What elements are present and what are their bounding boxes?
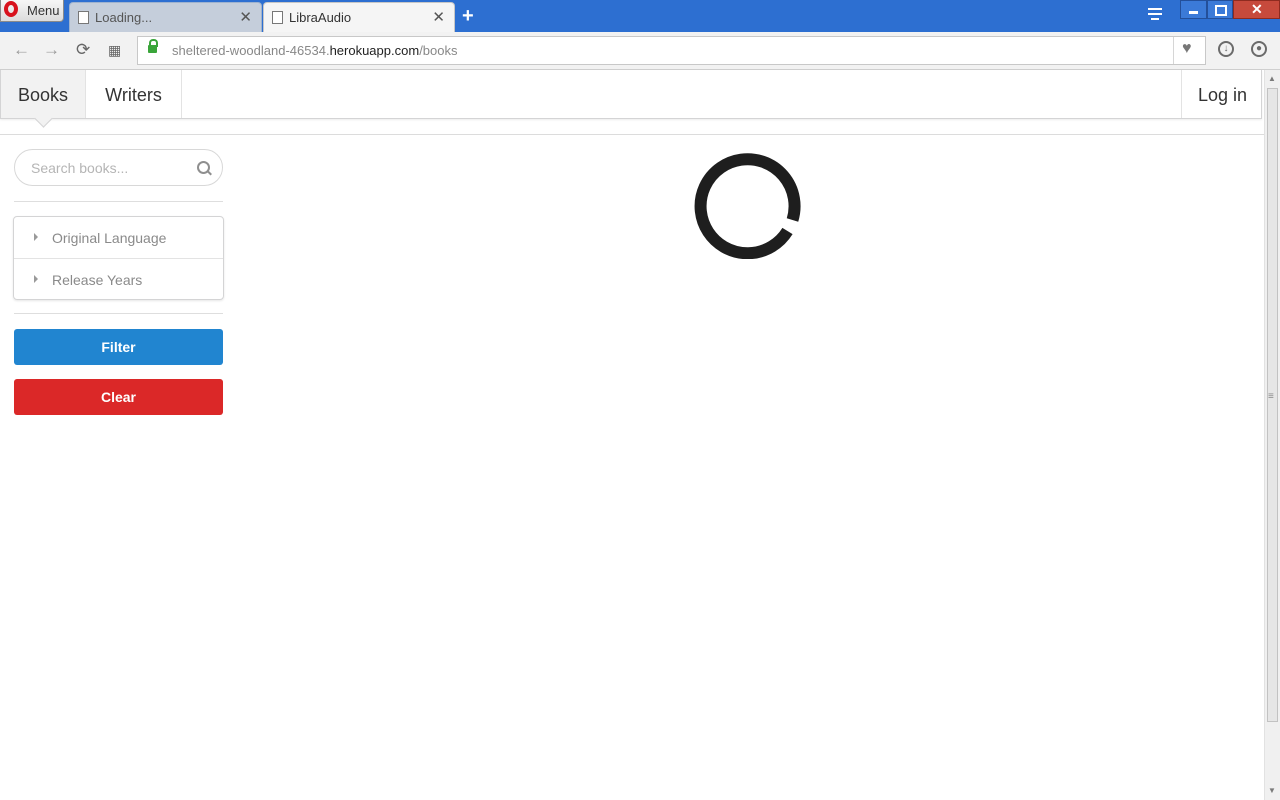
page-scrollbar[interactable]: ▲ ▼: [1264, 70, 1280, 800]
address-bar[interactable]: sheltered-woodland-46534.herokuapp.com/b…: [137, 36, 1206, 65]
sidebar-divider: [14, 201, 223, 202]
filter-original-language[interactable]: Original Language: [14, 217, 223, 258]
browser-menu-label: Menu: [27, 3, 60, 18]
filter-label: Original Language: [52, 230, 167, 246]
caret-right-icon: [34, 275, 38, 283]
close-tab-icon[interactable]: ✕: [239, 8, 252, 26]
nav-writers[interactable]: Writers: [86, 70, 182, 118]
back-arrow-icon[interactable]: ←: [13, 40, 30, 60]
secure-lock-icon: [148, 39, 158, 53]
document-icon: [272, 11, 283, 24]
bookmark-heart-icon[interactable]: ♥: [1182, 40, 1192, 58]
address-divider: [1173, 37, 1174, 64]
nav-books[interactable]: Books: [1, 70, 86, 118]
sidebar-divider: [14, 313, 223, 314]
scroll-down-icon[interactable]: ▼: [1268, 786, 1276, 795]
new-tab-button[interactable]: +: [462, 5, 474, 28]
caret-right-icon: [34, 233, 38, 241]
browser-tab-loading[interactable]: Loading... ✕: [69, 2, 262, 32]
close-window-button[interactable]: ✕: [1233, 0, 1280, 19]
tab-title: Loading...: [95, 10, 153, 25]
top-menu: Books Writers Log in: [0, 70, 1262, 119]
scroll-up-icon[interactable]: ▲: [1268, 74, 1276, 83]
filter-label: Release Years: [52, 272, 143, 288]
browser-titlebar: Menu Loading... ✕ LibraAudio ✕ + ✕: [0, 0, 1280, 32]
page-content: Books Writers Log in Original Language R…: [0, 70, 1264, 800]
search-input[interactable]: [29, 159, 193, 177]
header-divider: [0, 134, 1264, 135]
browser-toolbar: ← → ⟳ ▦ sheltered-woodland-46534.herokua…: [0, 32, 1280, 70]
clear-button[interactable]: Clear: [14, 379, 223, 415]
browser-menu-button[interactable]: Menu: [0, 0, 64, 22]
speed-dial-grid-icon[interactable]: ▦: [108, 42, 121, 59]
loading-spinner-icon: [694, 153, 801, 259]
login-link[interactable]: Log in: [1181, 70, 1263, 118]
filter-release-years[interactable]: Release Years: [14, 258, 223, 299]
filter-button[interactable]: Filter: [14, 329, 223, 365]
browser-tab-libraaudio[interactable]: LibraAudio ✕: [263, 2, 455, 32]
tab-menu-icon[interactable]: [1148, 8, 1164, 22]
tab-title: LibraAudio: [289, 10, 352, 25]
document-icon: [78, 11, 89, 24]
close-tab-icon[interactable]: ✕: [432, 8, 445, 26]
opera-logo-icon: [4, 1, 18, 17]
address-url: sheltered-woodland-46534.herokuapp.com/b…: [172, 43, 458, 58]
restore-window-button[interactable]: [1207, 0, 1233, 19]
scrollbar-thumb[interactable]: [1267, 88, 1278, 722]
search-icon[interactable]: [197, 161, 210, 174]
filter-accordion: Original Language Release Years: [13, 216, 224, 300]
account-icon[interactable]: ●: [1251, 41, 1267, 57]
reload-icon[interactable]: ⟳: [76, 40, 90, 60]
forward-arrow-icon[interactable]: →: [43, 40, 60, 60]
search-box: [14, 149, 223, 186]
download-icon[interactable]: ↓: [1218, 41, 1234, 57]
minimize-window-button[interactable]: [1180, 0, 1207, 19]
